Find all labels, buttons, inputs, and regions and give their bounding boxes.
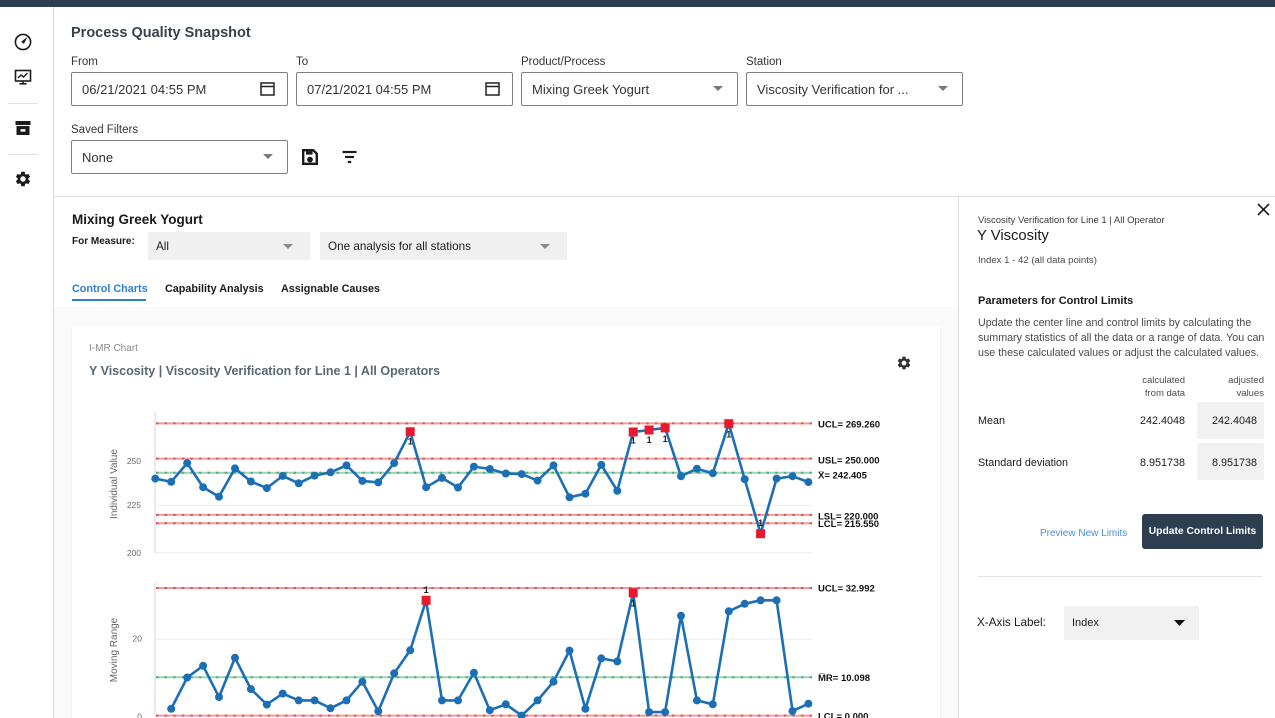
svg-text:1: 1: [758, 518, 763, 528]
svg-text:X̅= 242.405: X̅= 242.405: [818, 471, 868, 482]
svg-text:200: 200: [127, 548, 141, 558]
svg-text:LCL= 0.000: LCL= 0.000: [818, 712, 868, 718]
svg-text:LCL= 215.550: LCL= 215.550: [818, 519, 879, 530]
svg-text:Moving Range: Moving Range: [109, 617, 120, 682]
svg-text:Individual Value: Individual Value: [109, 449, 120, 519]
svg-text:225: 225: [127, 500, 141, 510]
svg-text:250: 250: [127, 456, 141, 466]
svg-text:0: 0: [137, 712, 142, 718]
svg-text:1: 1: [408, 436, 413, 446]
svg-text:1: 1: [726, 430, 731, 440]
svg-text:USL= 250.000: USL= 250.000: [818, 456, 880, 467]
svg-text:20: 20: [133, 634, 143, 644]
svg-text:1: 1: [663, 434, 668, 444]
svg-text:M̅R= 10.098: M̅R= 10.098: [818, 673, 870, 684]
svg-text:UCL= 32.992: UCL= 32.992: [818, 584, 875, 595]
svg-text:1: 1: [647, 435, 652, 445]
svg-text:1: 1: [631, 436, 636, 446]
svg-text:1: 1: [631, 599, 636, 609]
svg-text:1: 1: [424, 585, 429, 595]
svg-text:UCL= 269.260: UCL= 269.260: [818, 420, 880, 431]
